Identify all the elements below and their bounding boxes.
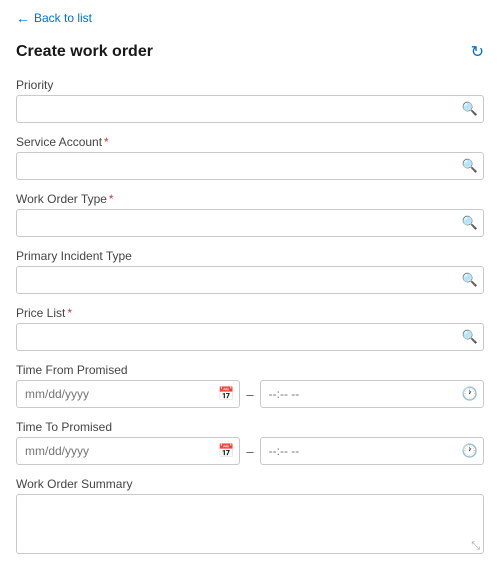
price-list-label: Price List*: [16, 306, 484, 320]
service-account-field-group: Service Account* 🔍: [16, 135, 484, 180]
primary-incident-type-input[interactable]: [16, 266, 484, 294]
service-account-input[interactable]: [16, 152, 484, 180]
price-list-required: *: [67, 306, 72, 320]
work-order-type-field-group: Work Order Type* 🔍: [16, 192, 484, 237]
time-from-promised-field-group: Time From Promised 📅 – 🕐: [16, 363, 484, 408]
time-to-promised-date-group: 📅: [16, 437, 240, 465]
work-order-type-label: Work Order Type*: [16, 192, 484, 206]
priority-input[interactable]: [16, 95, 484, 123]
work-order-type-input-wrapper: 🔍: [16, 209, 484, 237]
service-account-input-wrapper: 🔍: [16, 152, 484, 180]
work-order-summary-field-group: Work Order Summary ⤡: [16, 477, 484, 557]
time-to-promised-field-group: Time To Promised 📅 – 🕐: [16, 420, 484, 465]
priority-input-wrapper: 🔍: [16, 95, 484, 123]
time-from-promised-label: Time From Promised: [16, 363, 484, 377]
time-to-promised-date-wrapper: 📅: [16, 437, 240, 465]
price-list-input[interactable]: [16, 323, 484, 351]
time-to-promised-row: 📅 – 🕐: [16, 437, 484, 465]
back-arrow-icon: ←: [16, 10, 30, 26]
time-to-promised-time-input[interactable]: [260, 437, 484, 465]
time-from-promised-time-wrapper: 🕐: [260, 380, 484, 408]
back-link[interactable]: ← Back to list: [16, 10, 484, 26]
work-order-summary-wrapper: ⤡: [16, 494, 484, 557]
back-link-text: Back to list: [34, 11, 92, 25]
price-list-input-wrapper: 🔍: [16, 323, 484, 351]
work-order-type-input[interactable]: [16, 209, 484, 237]
time-from-promised-time-input[interactable]: [260, 380, 484, 408]
time-from-promised-dash: –: [246, 387, 253, 408]
time-to-promised-label: Time To Promised: [16, 420, 484, 434]
refresh-icon[interactable]: ↻: [471, 42, 484, 62]
primary-incident-type-field-group: Primary Incident Type 🔍: [16, 249, 484, 294]
time-to-promised-dash: –: [246, 444, 253, 465]
primary-incident-type-label: Primary Incident Type: [16, 249, 484, 263]
time-from-promised-date-input[interactable]: [16, 380, 240, 408]
time-from-promised-date-group: 📅: [16, 380, 240, 408]
primary-incident-type-input-wrapper: 🔍: [16, 266, 484, 294]
time-from-promised-date-wrapper: 📅: [16, 380, 240, 408]
page-title: Create work order: [16, 43, 153, 61]
service-account-label: Service Account*: [16, 135, 484, 149]
work-order-summary-textarea[interactable]: [16, 494, 484, 554]
service-account-required: *: [104, 135, 109, 149]
priority-label: Priority: [16, 78, 484, 92]
time-to-promised-time-wrapper: 🕐: [260, 437, 484, 465]
work-order-summary-label: Work Order Summary: [16, 477, 484, 491]
price-list-field-group: Price List* 🔍: [16, 306, 484, 351]
create-work-order-page: ← Back to list Create work order ↻ Prior…: [0, 0, 500, 585]
work-order-type-required: *: [109, 192, 114, 206]
time-from-promised-row: 📅 – 🕐: [16, 380, 484, 408]
time-to-promised-date-input[interactable]: [16, 437, 240, 465]
priority-field-group: Priority 🔍: [16, 78, 484, 123]
time-to-promised-time-group: 🕐: [260, 437, 484, 465]
time-from-promised-time-group: 🕐: [260, 380, 484, 408]
page-header: Create work order ↻: [16, 42, 484, 62]
